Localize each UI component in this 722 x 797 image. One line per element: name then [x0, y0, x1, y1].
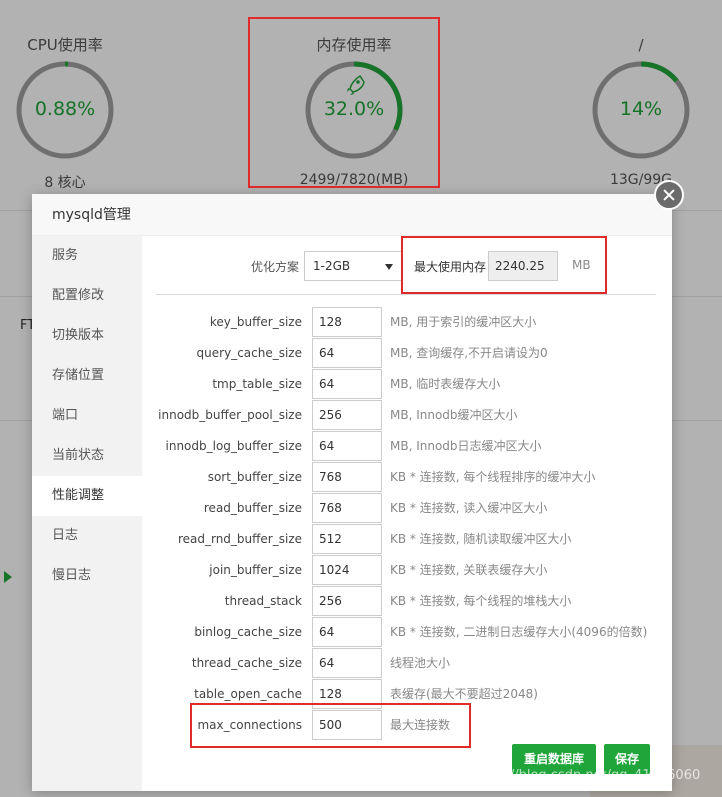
sidebar-item[interactable]: 当前状态: [32, 436, 142, 476]
chevron-down-icon: [385, 264, 393, 270]
param-name: query_cache_size: [196, 346, 302, 360]
param-row: key_buffer_size 128 MB, 用于索引的缓冲区大小: [142, 307, 672, 338]
param-input[interactable]: 64: [312, 338, 382, 368]
param-input[interactable]: 1024: [312, 555, 382, 585]
param-row: binlog_cache_size 64 KB * 连接数, 二进制日志缓存大小(4…: [142, 617, 672, 648]
param-description: MB, Innodb缓冲区大小: [390, 408, 518, 422]
param-name: binlog_cache_size: [194, 625, 302, 639]
highlight-max-connections: [190, 703, 471, 748]
param-name: key_buffer_size: [209, 315, 302, 329]
param-description: KB * 连接数, 关联表缓存大小: [390, 563, 548, 577]
param-row: join_buffer_size 1024 KB * 连接数, 关联表缓存大小: [142, 555, 672, 586]
optimize-select[interactable]: 1-2GB: [304, 251, 402, 281]
sidebar-item[interactable]: 端口: [32, 396, 142, 436]
sidebar-item[interactable]: 性能调整: [32, 476, 142, 516]
param-description: MB, 临时表缓存大小: [390, 377, 501, 391]
param-description: KB * 连接数, 每个线程的堆栈大小: [390, 594, 572, 608]
param-name: read_rnd_buffer_size: [177, 532, 302, 546]
param-input[interactable]: 512: [312, 524, 382, 554]
param-description: MB, 查询缓存,不开启请设为0: [390, 346, 548, 360]
param-name: read_buffer_size: [203, 501, 302, 515]
param-row: thread_stack 256 KB * 连接数, 每个线程的堆栈大小: [142, 586, 672, 617]
param-name: thread_stack: [224, 594, 302, 608]
divider: [156, 294, 656, 295]
sidebar-item[interactable]: 日志: [32, 516, 142, 556]
param-row: read_buffer_size 768 KB * 连接数, 读入缓冲区大小: [142, 493, 672, 524]
param-row: innodb_log_buffer_size 64 MB, Innodb日志缓冲区大…: [142, 431, 672, 462]
sidebar-item[interactable]: 服务: [32, 236, 142, 276]
param-name: thread_cache_size: [191, 656, 302, 670]
param-description: KB * 连接数, 每个线程排序的缓冲大小: [390, 470, 596, 484]
param-name: innodb_log_buffer_size: [165, 439, 303, 453]
param-name: tmp_table_size: [212, 377, 302, 391]
sidebar-item[interactable]: 存储位置: [32, 356, 142, 396]
param-input[interactable]: 256: [312, 586, 382, 616]
param-input[interactable]: 256: [312, 400, 382, 430]
param-description: KB * 连接数, 随机读取缓冲区大小: [390, 532, 572, 546]
param-description: KB * 连接数, 读入缓冲区大小: [390, 501, 548, 515]
param-description: MB, Innodb日志缓冲区大小: [390, 439, 542, 453]
param-input[interactable]: 768: [312, 462, 382, 492]
highlight-memory: [248, 17, 440, 188]
param-row: innodb_buffer_pool_size 256 MB, Innodb缓冲区大…: [142, 400, 672, 431]
param-input[interactable]: 64: [312, 648, 382, 678]
param-name: join_buffer_size: [209, 563, 302, 577]
param-row: tmp_table_size 64 MB, 临时表缓存大小: [142, 369, 672, 400]
param-row: query_cache_size 64 MB, 查询缓存,不开启请设为0: [142, 338, 672, 369]
param-name: innodb_buffer_pool_size: [158, 408, 302, 422]
param-description: MB, 用于索引的缓冲区大小: [390, 315, 537, 329]
param-row: read_rnd_buffer_size 512 KB * 连接数, 随机读取缓冲区…: [142, 524, 672, 555]
param-input[interactable]: 64: [312, 369, 382, 399]
sidebar-item[interactable]: 切换版本: [32, 316, 142, 356]
param-input[interactable]: 128: [312, 307, 382, 337]
modal-sidebar: 服务 配置修改 切换版本 存储位置 端口 当前状态 性能调整 日志 慢日志: [32, 236, 142, 791]
param-name: sort_buffer_size: [207, 470, 302, 484]
param-input[interactable]: 64: [312, 431, 382, 461]
close-icon[interactable]: [654, 180, 684, 210]
highlight-max-memory: [401, 236, 607, 294]
sidebar-item[interactable]: 慢日志: [32, 556, 142, 596]
param-input[interactable]: 64: [312, 617, 382, 647]
param-description: KB * 连接数, 二进制日志缓存大小(4096的倍数): [390, 625, 648, 639]
optimize-select-value: 1-2GB: [313, 259, 351, 273]
param-row: thread_cache_size 64 线程池大小: [142, 648, 672, 679]
optimize-label: 优化方案: [251, 260, 300, 274]
param-description: 线程池大小: [390, 656, 451, 670]
modal-title: mysqld管理: [32, 194, 672, 236]
watermark: https://blog.csdn.net/qq_41376060: [472, 768, 701, 783]
param-row: sort_buffer_size 768 KB * 连接数, 每个线程排序的缓冲大小: [142, 462, 672, 493]
sidebar-item[interactable]: 配置修改: [32, 276, 142, 316]
param-input[interactable]: 768: [312, 493, 382, 523]
